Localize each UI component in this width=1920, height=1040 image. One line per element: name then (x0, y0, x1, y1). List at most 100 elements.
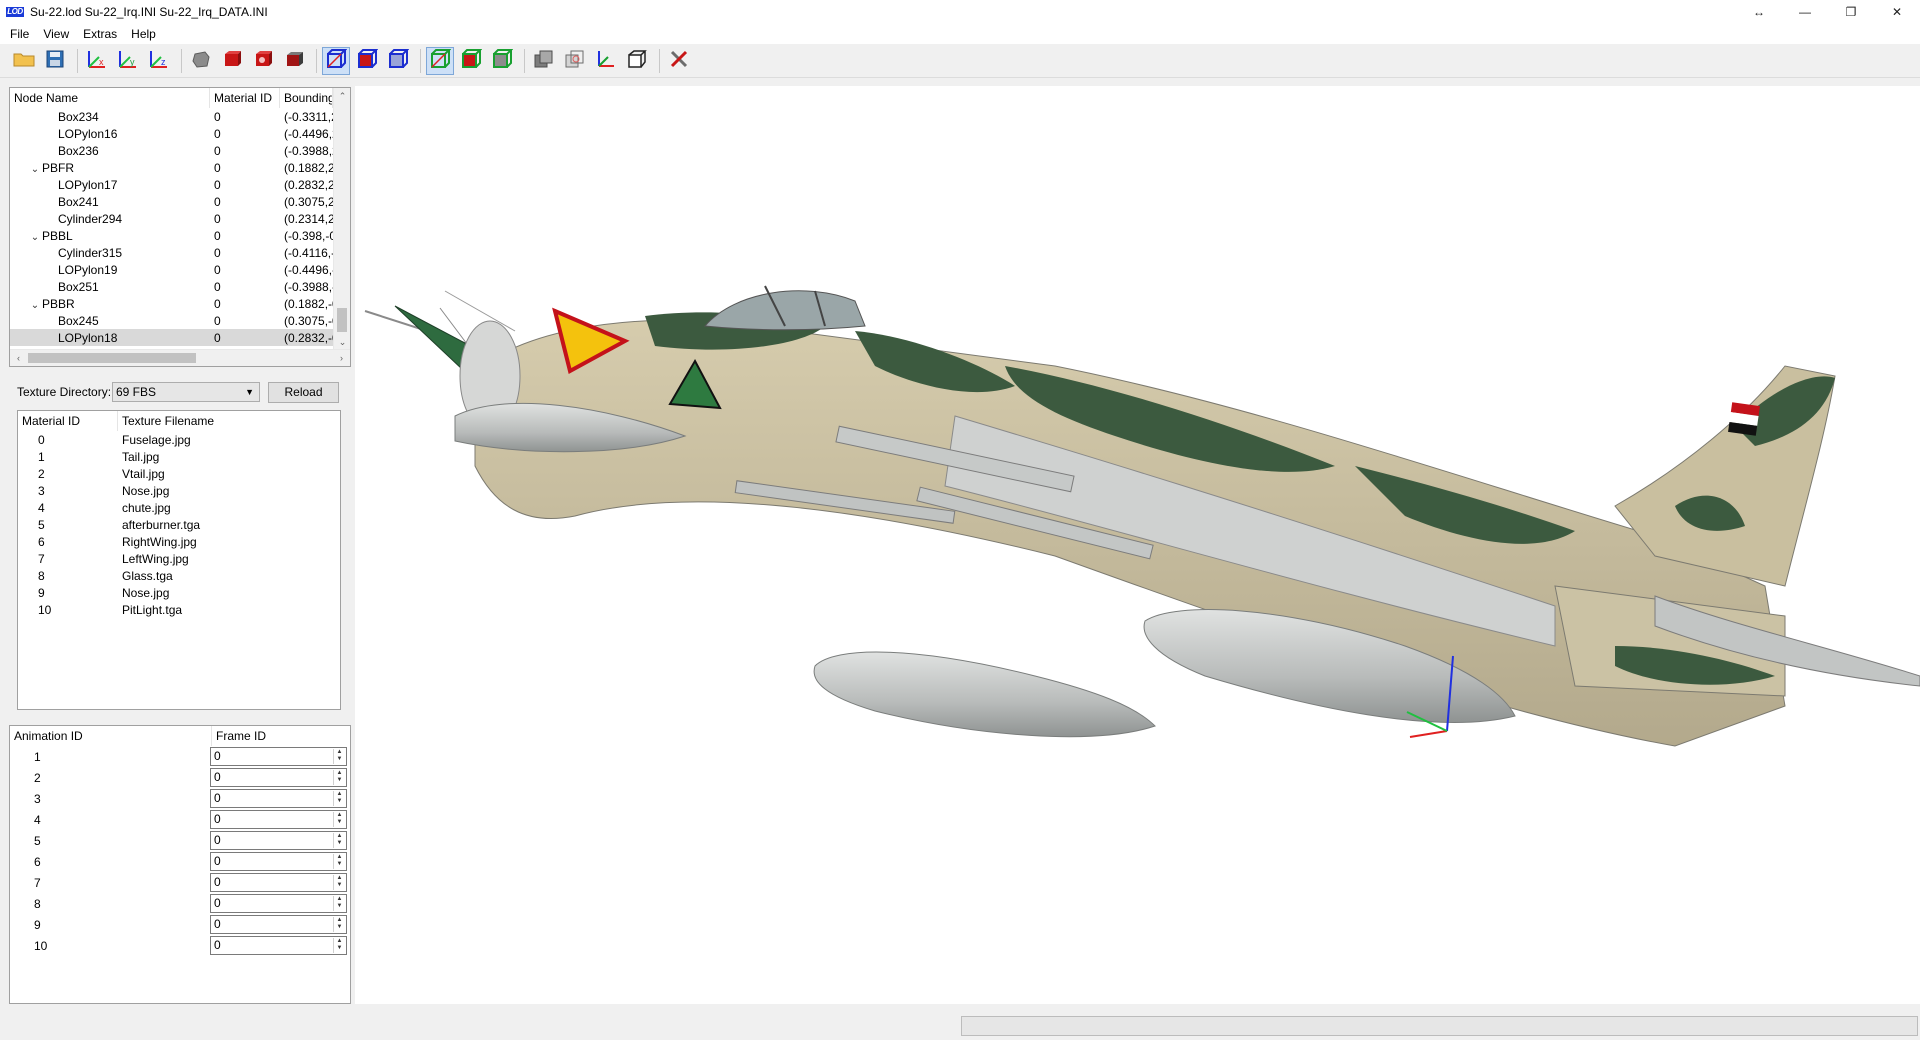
green-solid-cube-button[interactable] (457, 47, 485, 75)
scroll-left-icon[interactable]: ‹ (10, 350, 27, 366)
frame-id-spinbox[interactable]: 0 ▲ ▼ (210, 936, 347, 955)
column-texture-filename[interactable]: Texture Filename (118, 411, 318, 431)
tree-horizontal-scrollbar[interactable]: ‹ › (10, 349, 350, 366)
reload-button[interactable]: Reload (268, 382, 339, 403)
tree-row[interactable]: Box236 0 (-0.3988,2 (10, 142, 350, 159)
column-material-id[interactable]: Material ID (18, 411, 118, 431)
bounding-box-button[interactable] (384, 47, 412, 75)
tree-row[interactable]: ⌄PBBR 0 (0.1882,-0 (10, 295, 350, 312)
tree-row[interactable]: LOPylon19 0 (-0.4496,- (10, 261, 350, 278)
texture-row[interactable]: 10 PitLight.tga (18, 601, 340, 618)
frame-id-spinbox[interactable]: 0 ▲ ▼ (210, 768, 347, 787)
tree-row[interactable]: Box245 0 (0.3075,-0 (10, 312, 350, 329)
column-material-id[interactable]: Material ID (210, 88, 280, 108)
resize-icon[interactable]: ↔ (1736, 0, 1782, 24)
tree-node-name: Cylinder294 (10, 212, 210, 226)
spin-arrows-icon[interactable]: ▲ ▼ (333, 833, 345, 848)
smooth-shading-button[interactable] (187, 47, 215, 75)
axes-button[interactable] (592, 47, 620, 75)
transparent-cube-button[interactable] (561, 47, 589, 75)
textured-cube-button[interactable] (249, 47, 277, 75)
tree-vertical-scrollbar[interactable]: ⌃ ⌄ (333, 88, 350, 351)
close-button[interactable]: ✕ (1874, 0, 1920, 24)
tree-row[interactable]: LOPylon18 0 (0.2832,-0 (10, 329, 350, 346)
column-bounding[interactable]: Bounding (280, 88, 333, 108)
scroll-up-icon[interactable]: ⌃ (334, 88, 350, 105)
scroll-thumb[interactable] (28, 353, 196, 363)
animation-table[interactable]: Animation ID Frame ID 1 0 ▲ ▼ 2 0 ▲ ▼ 3 0 ▲ ▼ 4 0 ▲ ▼ 5 0… (9, 725, 351, 1004)
tree-row[interactable]: Box241 0 (0.3075,2. (10, 193, 350, 210)
frame-id-spinbox[interactable]: 0 ▲ ▼ (210, 873, 347, 892)
open-folder-button[interactable] (10, 47, 38, 75)
frame-id-spinbox[interactable]: 0 ▲ ▼ (210, 831, 347, 850)
frame-id-spinbox[interactable]: 0 ▲ ▼ (210, 747, 347, 766)
spin-arrows-icon[interactable]: ▲ ▼ (333, 791, 345, 806)
texture-row[interactable]: 3 Nose.jpg (18, 482, 340, 499)
dark-cube-button[interactable] (280, 47, 308, 75)
tree-row[interactable]: Cylinder315 0 (-0.4116,- (10, 244, 350, 261)
frame-id-spinbox[interactable]: 0 ▲ ▼ (210, 852, 347, 871)
menu-extras[interactable]: Extras (76, 24, 124, 44)
spin-arrows-icon[interactable]: ▲ ▼ (333, 854, 345, 869)
texture-row[interactable]: 0 Fuselage.jpg (18, 431, 340, 448)
frame-id-spinbox[interactable]: 0 ▲ ▼ (210, 915, 347, 934)
save-button[interactable] (41, 47, 69, 75)
minimize-button[interactable]: — (1782, 0, 1828, 24)
texture-row[interactable]: 2 Vtail.jpg (18, 465, 340, 482)
chevron-down-icon[interactable]: ⌄ (28, 232, 42, 243)
texture-row[interactable]: 4 chute.jpg (18, 499, 340, 516)
tree-row[interactable]: LOPylon17 0 (0.2832,2. (10, 176, 350, 193)
tree-row[interactable]: Box234 0 (-0.3311,2 (10, 108, 350, 125)
spin-arrows-icon[interactable]: ▲ ▼ (333, 896, 345, 911)
texture-directory-select[interactable]: 69 FBS ▼ (112, 382, 260, 402)
texture-row[interactable]: 6 RightWing.jpg (18, 533, 340, 550)
rotate-x-axis-button[interactable]: x (83, 47, 111, 75)
texture-row[interactable]: 8 Glass.tga (18, 567, 340, 584)
chevron-down-icon[interactable]: ⌄ (28, 164, 42, 175)
outline-cube-button[interactable] (623, 47, 651, 75)
spin-arrows-icon[interactable]: ▲ ▼ (333, 875, 345, 890)
texture-material-id: 1 (38, 449, 45, 464)
solid-wire-cube-button[interactable] (353, 47, 381, 75)
column-node-name[interactable]: Node Name (10, 88, 210, 108)
node-tree-rows: Box2340(-0.3311,2LOPylon160(-0.4496,2Box… (10, 108, 350, 346)
grey-cube-button[interactable] (530, 47, 558, 75)
texture-row[interactable]: 9 Nose.jpg (18, 584, 340, 601)
solid-red-cube-button[interactable] (218, 47, 246, 75)
rotate-y-axis-button[interactable]: y (114, 47, 142, 75)
spin-arrows-icon[interactable]: ▲ ▼ (333, 749, 345, 764)
frame-id-spinbox[interactable]: 0 ▲ ▼ (210, 789, 347, 808)
texture-table[interactable]: Material ID Texture Filename 0 Fuselage.j… (17, 410, 341, 710)
tree-row[interactable]: Box251 0 (-0.3988,- (10, 278, 350, 295)
scroll-right-icon[interactable]: › (333, 350, 350, 366)
tree-row[interactable]: Cylinder294 0 (0.2314,2. (10, 210, 350, 227)
spin-arrows-icon[interactable]: ▲ ▼ (333, 770, 345, 785)
texture-row[interactable]: 7 LeftWing.jpg (18, 550, 340, 567)
tree-row[interactable]: LOPylon16 0 (-0.4496,2 (10, 125, 350, 142)
spin-arrows-icon[interactable]: ▲ ▼ (333, 812, 345, 827)
tree-material-id: 0 (214, 211, 221, 226)
node-tree[interactable]: Node Name Material ID Bounding Box234 0 (-… (9, 87, 351, 367)
tree-row[interactable]: ⌄ PBBL 0 (-0.398,-0 (10, 227, 350, 244)
column-frame-id[interactable]: Frame ID (212, 726, 342, 746)
frame-id-spinbox[interactable]: 0 ▲ ▼ (210, 894, 347, 913)
wireframe-cube-button[interactable] (322, 46, 350, 75)
chevron-down-icon[interactable]: ⌄ (28, 300, 42, 311)
texture-row[interactable]: 5 afterburner.tga (18, 516, 340, 533)
spin-arrows-icon[interactable]: ▲ ▼ (333, 938, 345, 953)
menu-help[interactable]: Help (124, 24, 163, 44)
green-box-button[interactable] (488, 47, 516, 75)
tools-button[interactable] (665, 47, 693, 75)
menu-view[interactable]: View (36, 24, 76, 44)
model-viewport[interactable] (355, 86, 1920, 1004)
restore-button[interactable]: ❐ (1828, 0, 1874, 24)
column-animation-id[interactable]: Animation ID (10, 726, 212, 746)
texture-row[interactable]: 1 Tail.jpg (18, 448, 340, 465)
spin-arrows-icon[interactable]: ▲ ▼ (333, 917, 345, 932)
tree-row[interactable]: ⌄ PBFR 0 (0.1882,2. (10, 159, 350, 176)
rotate-z-axis-button[interactable]: z (145, 47, 173, 75)
scroll-thumb[interactable] (337, 308, 347, 332)
green-wire-cube-button[interactable] (426, 46, 454, 75)
menu-file[interactable]: File (3, 24, 36, 44)
frame-id-spinbox[interactable]: 0 ▲ ▼ (210, 810, 347, 829)
